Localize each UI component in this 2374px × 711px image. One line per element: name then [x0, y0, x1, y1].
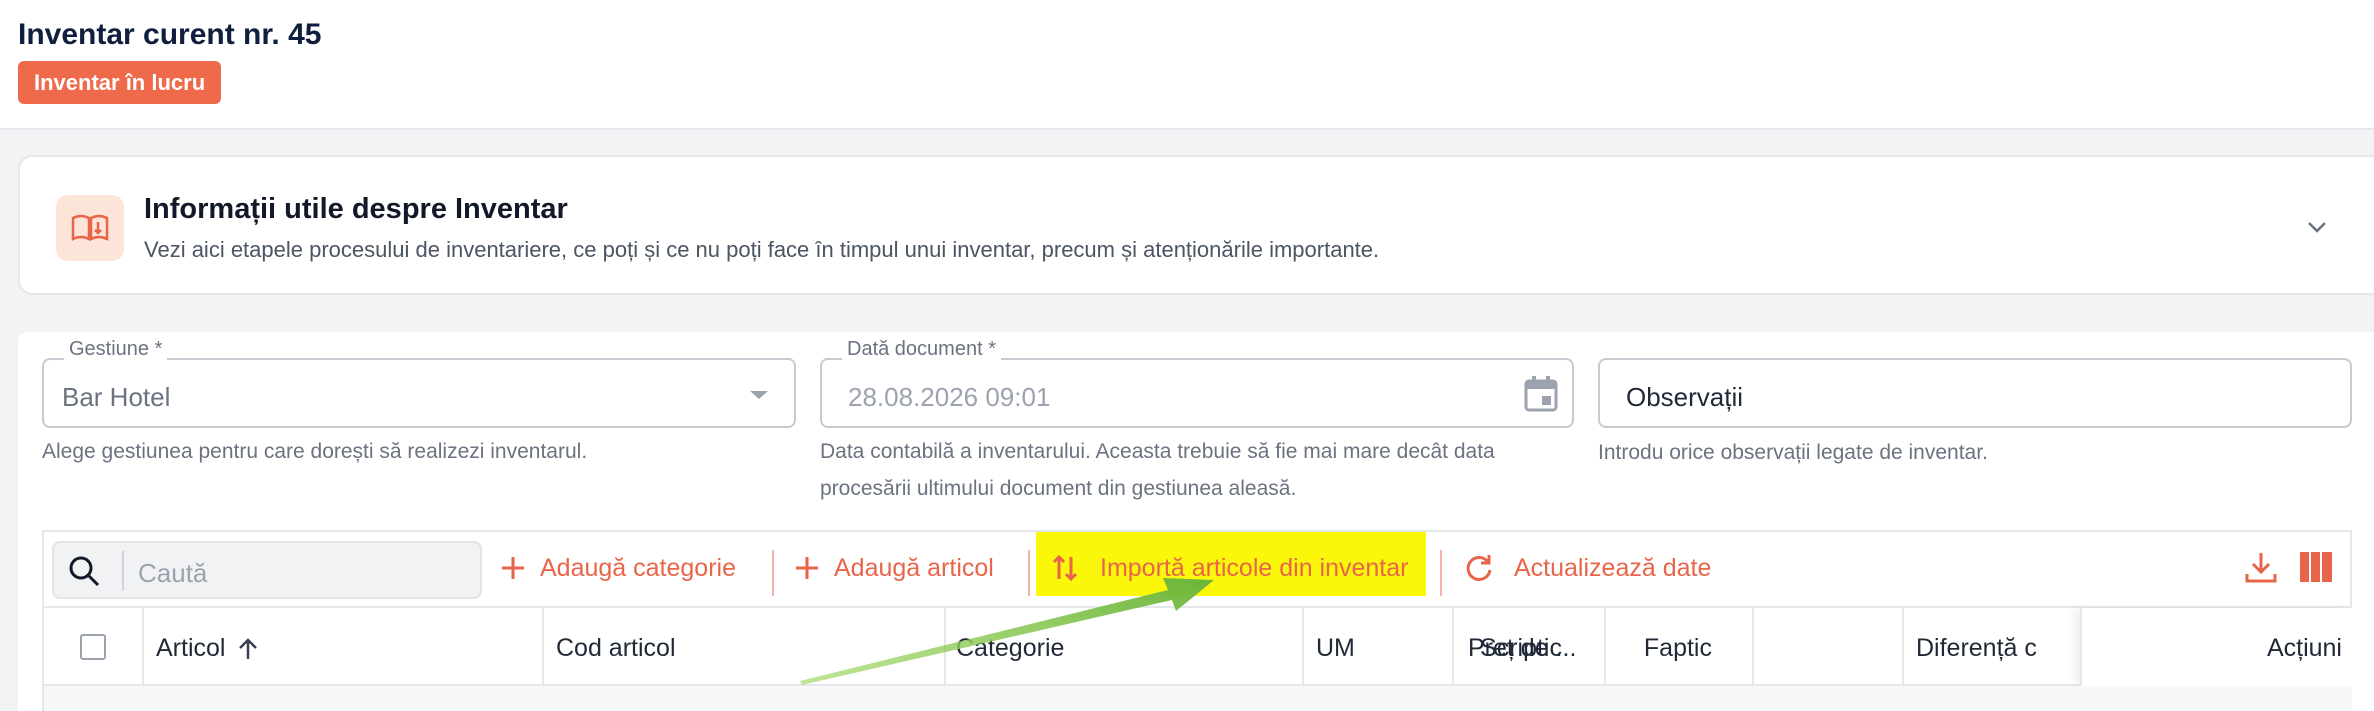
gestiune-label: Gestiune * — [64, 338, 168, 361]
column-separator — [142, 608, 144, 686]
select-all-checkbox[interactable] — [80, 634, 106, 660]
calendar-icon[interactable] — [1524, 376, 1558, 412]
sort-ascending-icon — [239, 637, 258, 659]
chevron-down-icon[interactable] — [2302, 212, 2332, 242]
actions-column-header: Acțiuni — [2080, 608, 2352, 686]
document-date-helper-1: Data contabilă a inventarului. Aceasta t… — [820, 440, 1495, 463]
import-articles-button[interactable]: Importă articole din inventar — [1052, 548, 1408, 588]
dropdown-arrow-icon — [750, 391, 768, 399]
column-header-categorie[interactable]: Categorie — [956, 634, 1064, 663]
column-header-um[interactable]: UM — [1316, 634, 1355, 663]
column-separator — [1302, 608, 1304, 686]
toolbar-separator — [1028, 550, 1030, 596]
plus-icon — [502, 557, 524, 579]
column-separator — [1604, 608, 1606, 686]
column-header-cod-articol[interactable]: Cod articol — [556, 634, 676, 663]
search-icon — [69, 556, 100, 587]
column-header-articol[interactable]: Articol — [156, 634, 259, 663]
document-date-helper-2: procesării ultimului document din gestiu… — [820, 477, 1297, 500]
column-header-scriptic[interactable]: Scriptic — [1480, 634, 1562, 663]
document-date-field[interactable]: 28.08.2026 09:01 — [820, 358, 1574, 428]
add-article-button[interactable]: Adaugă articol — [794, 548, 994, 588]
document-date-value: 28.08.2026 09:01 — [848, 382, 1051, 412]
observatii-field[interactable]: Observații — [1598, 358, 2352, 428]
page-header: Inventar curent nr. 45 Inventar în lucru — [0, 0, 2374, 130]
toolbar-separator — [1440, 550, 1442, 596]
info-card[interactable]: Informații utile despre Inventar Vezi ai… — [18, 155, 2374, 295]
page-title: Inventar curent nr. 45 — [18, 18, 322, 51]
gestiune-select[interactable]: Bar Hotel — [42, 358, 796, 428]
column-header-diferenta[interactable]: Diferență c — [1916, 634, 2037, 663]
table-toolbar: Caută Adaugă categorie Adaugă articol Im… — [42, 530, 2352, 608]
book-icon — [56, 195, 124, 261]
toolbar-separator — [772, 550, 774, 596]
table-header: Articol Cod articol Categorie UM Preț de… — [42, 606, 2352, 686]
add-article-label: Adaugă articol — [834, 553, 994, 582]
info-description: Vezi aici etapele procesului de inventar… — [144, 237, 1380, 262]
columns-icon[interactable] — [2300, 552, 2332, 582]
column-header-diferenta-clip: Diferență c — [1902, 608, 2082, 686]
column-separator — [542, 608, 544, 686]
document-date-label: Dată document * — [842, 338, 1001, 361]
search-placeholder: Caută — [138, 558, 208, 588]
column-separator — [1452, 608, 1454, 686]
refresh-data-label: Actualizează date — [1514, 553, 1712, 582]
info-title: Informații utile despre Inventar — [144, 193, 568, 225]
observatii-value: Observații — [1626, 382, 1744, 412]
column-separator — [944, 608, 946, 686]
column-header-faptic[interactable]: Faptic — [1644, 634, 1712, 663]
search-input[interactable]: Caută — [52, 541, 482, 599]
gestiune-helper: Alege gestiunea pentru care dorești să r… — [42, 440, 588, 463]
column-separator — [1752, 608, 1754, 686]
observatii-helper: Introdu orice observații legate de inven… — [1598, 441, 1988, 464]
import-articles-label: Importă articole din inventar — [1100, 553, 1409, 582]
refresh-data-button[interactable]: Actualizează date — [1464, 548, 1711, 588]
search-divider — [122, 551, 124, 591]
add-category-button[interactable]: Adaugă categorie — [500, 548, 736, 588]
table-body — [42, 686, 2352, 711]
refresh-icon — [1466, 555, 1492, 581]
add-category-label: Adaugă categorie — [540, 553, 736, 582]
column-header-actiuni[interactable]: Acțiuni — [2267, 634, 2342, 663]
status-badge: Inventar în lucru — [18, 61, 222, 104]
download-icon[interactable] — [2244, 550, 2278, 584]
column-label-articol: Articol — [156, 634, 226, 662]
plus-icon — [796, 557, 818, 579]
sort-arrows-icon — [1052, 554, 1078, 582]
gestiune-value: Bar Hotel — [62, 382, 171, 412]
